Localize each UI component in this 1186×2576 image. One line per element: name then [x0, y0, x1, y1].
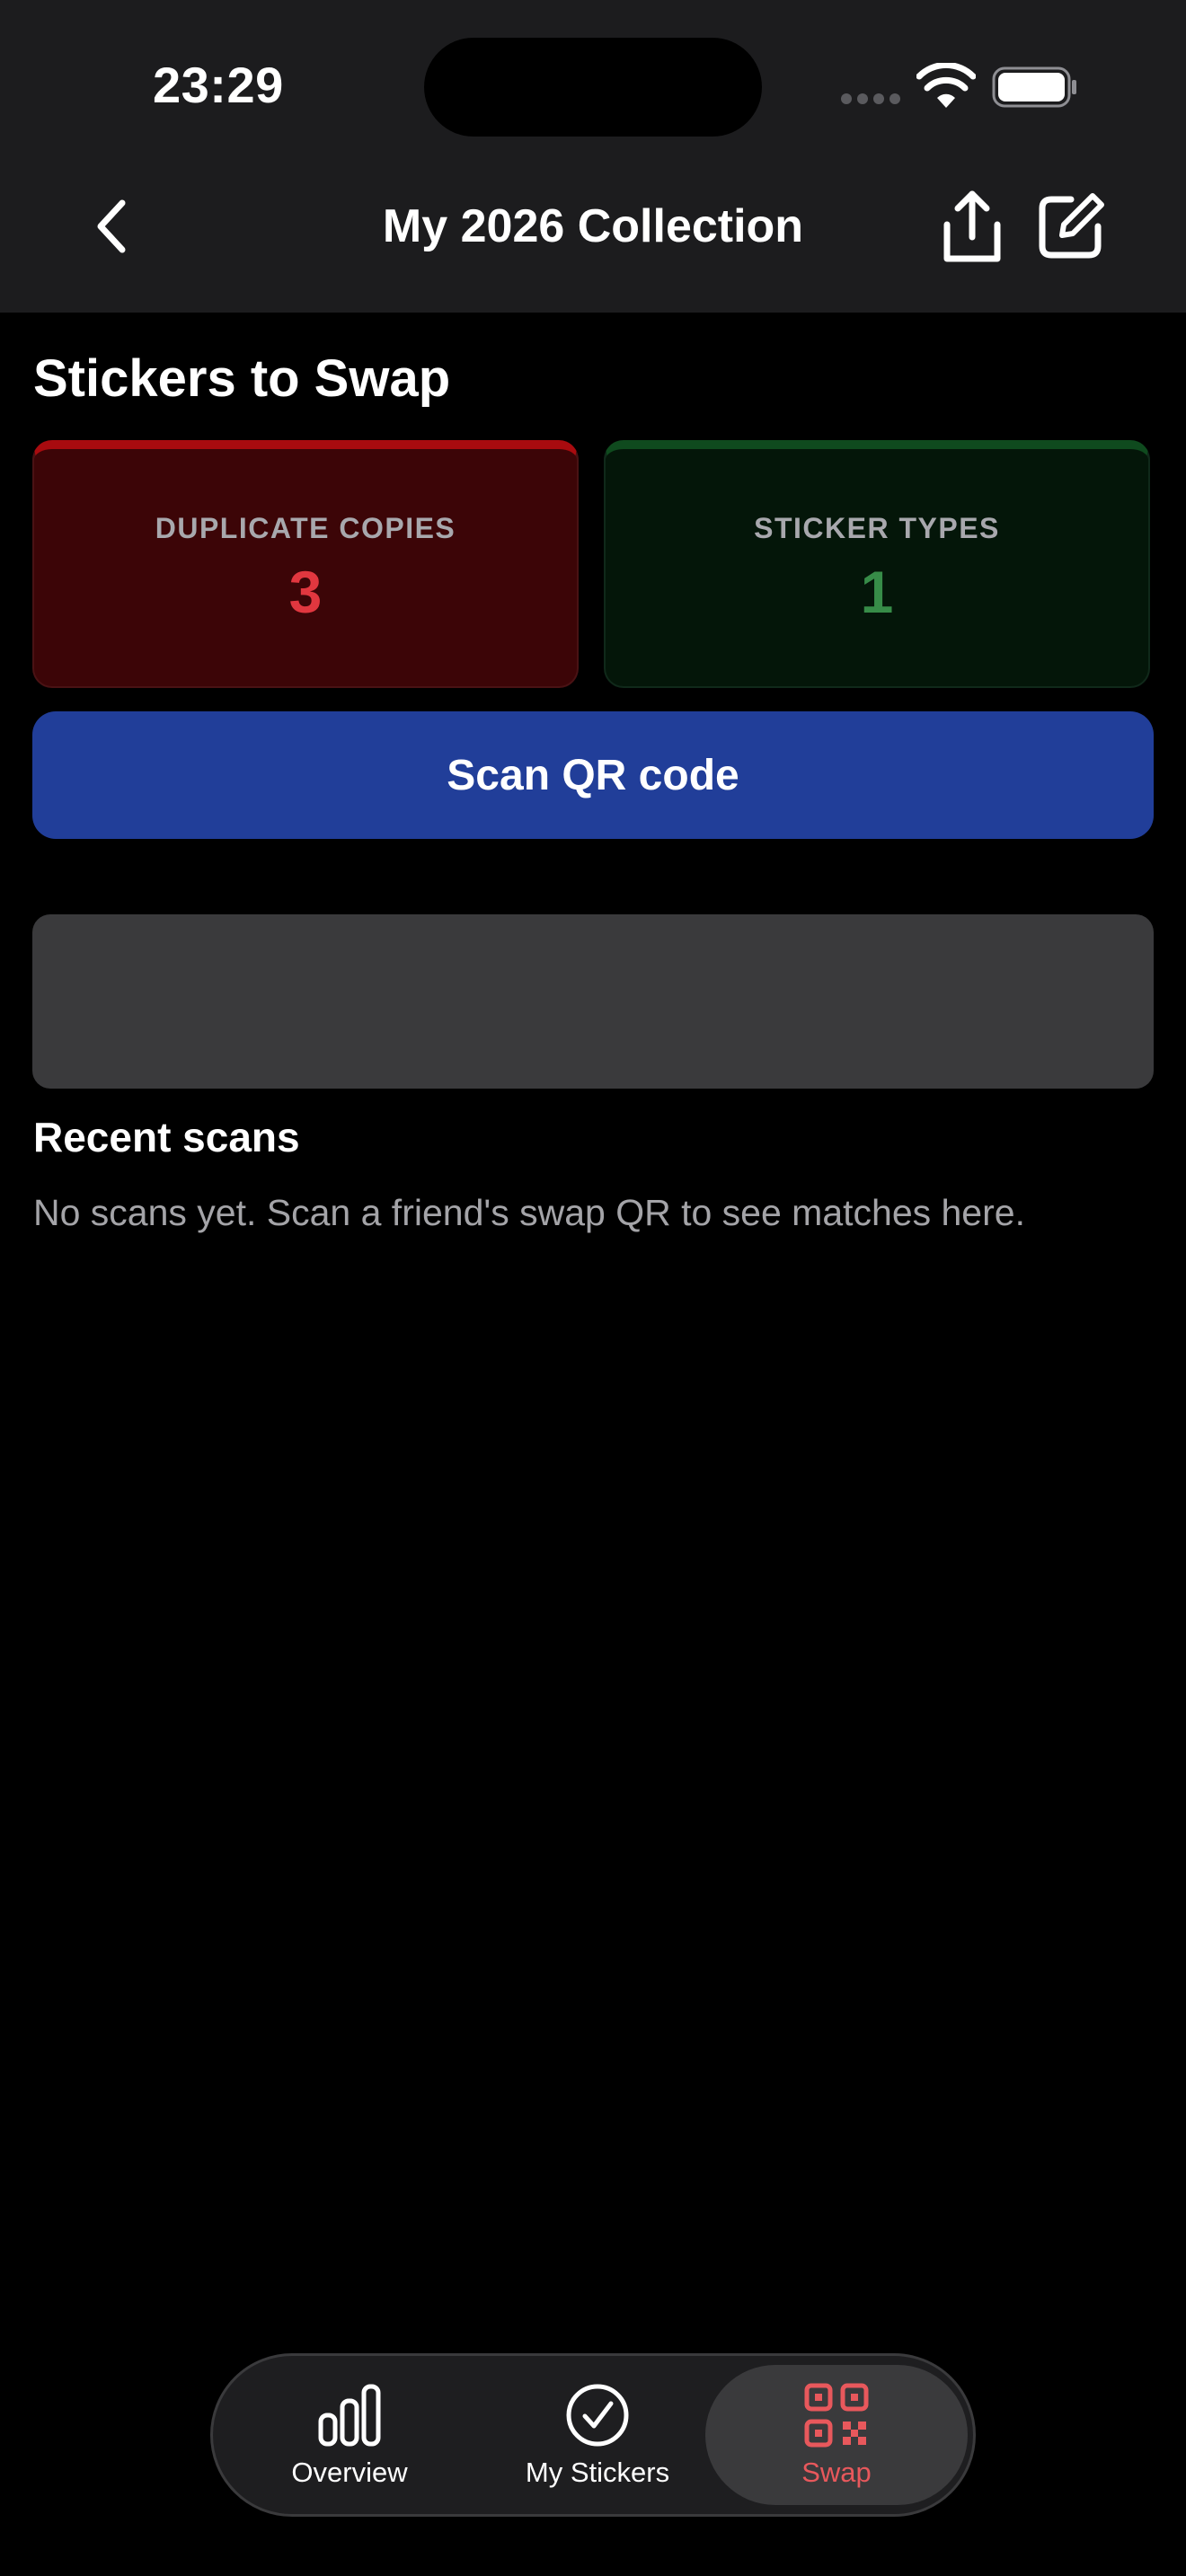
tab-swap[interactable]: Swap [705, 2365, 968, 2505]
sticker-types-value: 1 [860, 559, 894, 625]
sticker-types-label: STICKER TYPES [754, 512, 1000, 544]
top-bar: 23:29 My 2026 Collection [0, 0, 1186, 313]
battery-icon [992, 66, 1076, 108]
back-button[interactable] [79, 190, 144, 262]
tab-my-stickers[interactable]: My Stickers [466, 2365, 729, 2505]
tab-my-stickers-label: My Stickers [525, 2457, 670, 2488]
duplicate-copies-card: DUPLICATE COPIES 3 [32, 440, 579, 688]
tab-bar: Overview My Stickers Swap [210, 2353, 976, 2517]
page-title: My 2026 Collection [382, 200, 804, 252]
share-icon[interactable] [938, 189, 1006, 266]
tab-overview-label: Overview [291, 2457, 408, 2488]
tab-swap-label: Swap [801, 2457, 872, 2488]
section-title: Stickers to Swap [33, 349, 451, 408]
qr-code-icon [804, 2383, 869, 2448]
wifi-icon [916, 63, 976, 108]
edit-icon[interactable] [1035, 190, 1107, 262]
qr-preview-panel [32, 914, 1154, 1089]
cellular-signal-icon [841, 93, 900, 104]
scan-qr-button[interactable]: Scan QR code [32, 711, 1154, 839]
duplicate-copies-value: 3 [288, 559, 323, 625]
tab-overview[interactable]: Overview [218, 2365, 481, 2505]
status-time: 23:29 [153, 57, 284, 113]
chevron-left-icon [97, 199, 126, 253]
recent-scans-heading: Recent scans [33, 1114, 300, 1160]
recent-scans-empty-message: No scans yet. Scan a friend's swap QR to… [33, 1192, 1025, 1233]
bar-chart-icon [318, 2384, 381, 2447]
checkmark-circle-icon [566, 2384, 629, 2447]
duplicate-copies-label: DUPLICATE COPIES [155, 512, 456, 544]
sticker-types-card: STICKER TYPES 1 [604, 440, 1150, 688]
dynamic-island [424, 38, 762, 137]
